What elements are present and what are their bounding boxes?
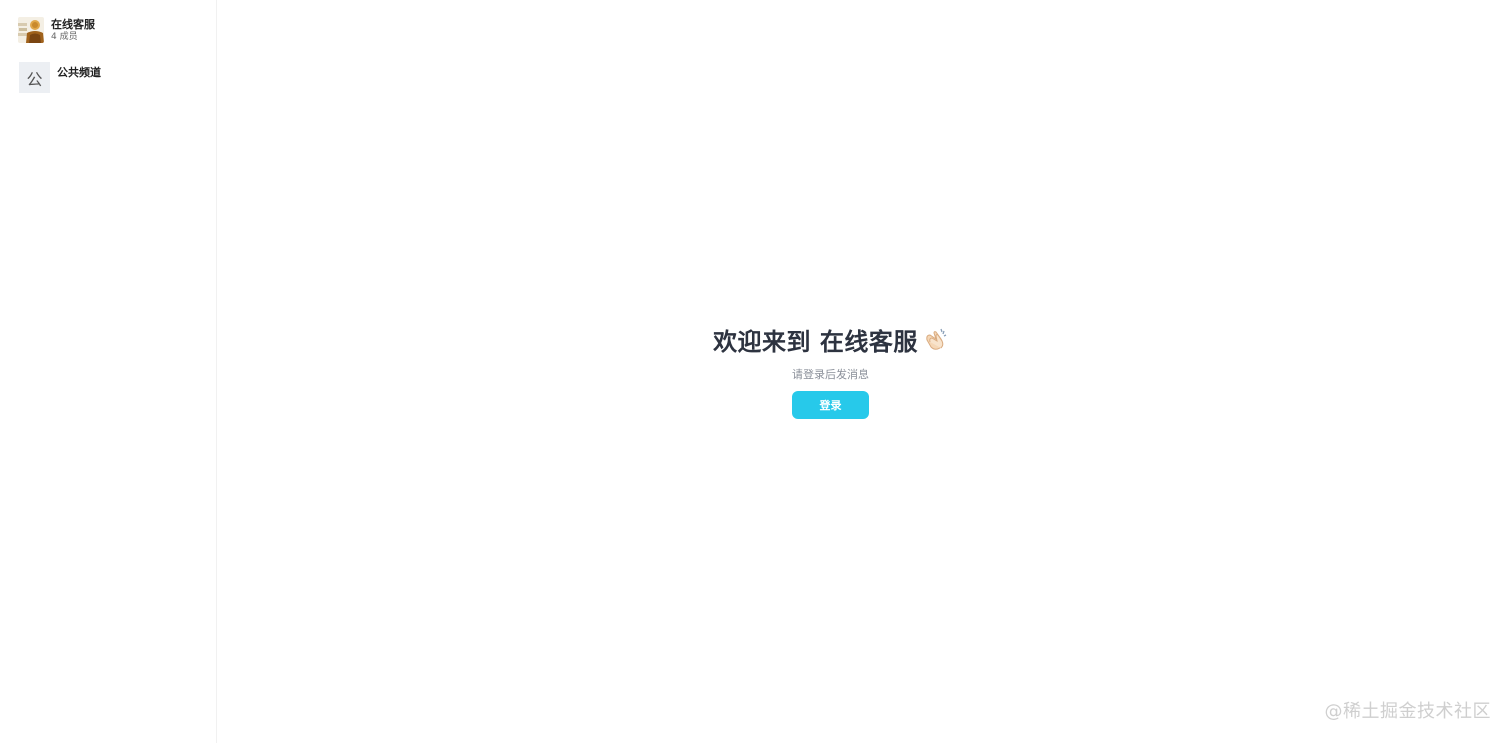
- channel-name: 公共频道: [57, 66, 101, 79]
- group-text: 在线客服 4 成员: [51, 19, 95, 42]
- group-photo-icon: [18, 17, 44, 43]
- group-avatar: [18, 17, 44, 43]
- group-header[interactable]: 在线客服 4 成员: [0, 14, 216, 46]
- app-root: 在线客服 4 成员 公 公共频道 欢迎来到 在线客服 请登录后发消息 登录 @稀…: [0, 0, 1512, 743]
- welcome-title-text: 欢迎来到 在线客服: [713, 327, 918, 356]
- watermark: @稀土掘金技术社区: [1324, 701, 1491, 722]
- group-name: 在线客服: [51, 17, 95, 31]
- channel-avatar: 公: [19, 62, 50, 93]
- welcome-title: 欢迎来到 在线客服: [713, 322, 948, 356]
- login-button[interactable]: 登录: [792, 391, 869, 419]
- welcome-panel: 欢迎来到 在线客服 请登录后发消息 登录: [183, 322, 1478, 419]
- sidebar-item-public-channel[interactable]: 公 公共频道: [0, 62, 216, 94]
- welcome-subtitle: 请登录后发消息: [792, 368, 869, 381]
- clapping-hands-icon: [922, 326, 948, 352]
- group-member-count: 4 成员: [51, 31, 78, 42]
- main-panel: 欢迎来到 在线客服 请登录后发消息 登录 @稀土掘金技术社区: [217, 0, 1512, 743]
